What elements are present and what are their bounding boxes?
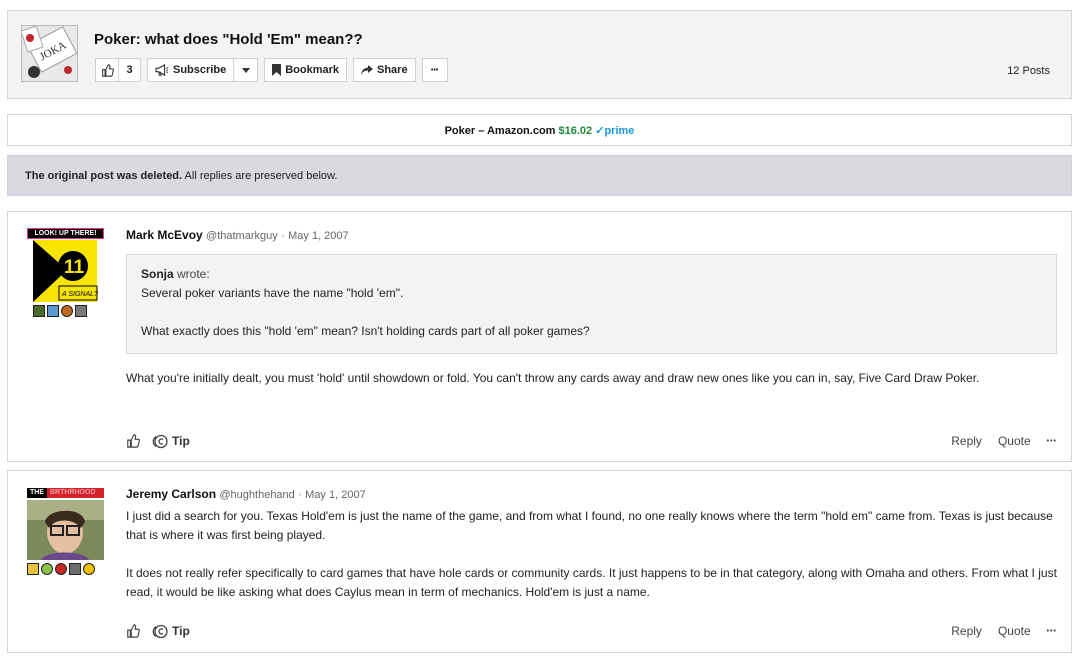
author-name[interactable]: Mark McEvoy [126,228,203,242]
bookmark-label: Bookmark [285,64,339,76]
post-reactions: Tip [126,434,190,449]
prime-badge: ✓prime [595,125,635,137]
post-date[interactable]: May 1, 2007 [305,489,366,501]
ellipsis-icon[interactable]: ••• [1047,628,1057,635]
like-button[interactable] [95,58,119,82]
badge-icon [47,305,59,317]
like-count[interactable]: 3 [119,58,141,82]
posts-count: 12 Posts [1007,65,1050,77]
quote-wrote: wrote: [177,267,210,281]
thumbs-up-icon[interactable] [126,434,140,448]
thread-actions: 3 Subscribe Bookmark Share ••• [95,58,454,82]
tip-button[interactable]: Tip [151,624,190,639]
share-arrow-icon [360,65,373,75]
tip-label: Tip [172,434,190,448]
quote-button[interactable]: Quote [998,624,1031,638]
post: LOOK! UP THERE! 11 A SIGNAL? Mark McEvoy… [7,211,1072,462]
author-handle[interactable]: @hughthehand [219,489,294,501]
badge-icon [27,563,39,575]
badge-text-b: BRTHRHOOD [47,488,104,498]
badge-icon [33,305,45,317]
post-body: Mark McEvoy @thatmarkguy · May 1, 2007 S… [126,228,1057,388]
post-reactions: Tip [126,624,190,639]
ellipsis-icon[interactable]: ••• [1047,438,1057,445]
badge-row [27,563,106,575]
badge-icon [69,563,81,575]
badge-icon [75,305,87,317]
deleted-notice: The original post was deleted. All repli… [7,155,1072,196]
thread-thumbnail-image: JOKA [22,26,77,81]
ellipsis-icon: ••• [430,66,439,74]
post: THE BRTHRHOOD Jeremy Carlson @hughthehan… [7,470,1072,653]
quote-button[interactable]: Quote [998,434,1031,448]
badge-icon [61,305,73,317]
quote-line: Several poker variants have the name "ho… [141,286,404,300]
post-text: It does not really refer specifically to… [126,566,1057,599]
post-footer: Tip Reply Quote ••• [126,621,1057,641]
thumbs-up-icon [101,63,114,77]
meta-separator: · [298,489,302,501]
quote-line: What exactly does this "hold 'em" mean? … [141,324,590,338]
avatar-image [27,500,104,560]
post-text: I just did a search for you. Texas Hold'… [126,509,1053,542]
user-badge-banner: LOOK! UP THERE! [27,228,104,239]
quote-author[interactable]: Sonja [141,267,174,281]
post-date[interactable]: May 1, 2007 [288,230,349,242]
badge-icon [55,563,67,575]
thread-title: Poker: what does "Hold 'Em" mean?? [94,31,363,48]
quote-header: Sonja wrote: [141,267,1042,281]
tip-label: Tip [172,624,190,638]
tip-coin-icon [152,624,168,638]
subscribe-label: Subscribe [173,64,227,76]
ad-line[interactable]: Poker – Amazon.com $16.02 ✓prime [8,124,1071,137]
post-body: Jeremy Carlson @hughthehand · May 1, 200… [126,487,1057,602]
tip-button[interactable]: Tip [151,434,190,449]
more-options-button[interactable]: ••• [421,58,448,82]
thread-header: JOKA Poker: what does "Hold 'Em" mean?? … [7,10,1072,99]
thread-thumbnail[interactable]: JOKA [21,25,78,82]
post-actions: Reply Quote ••• [935,434,1057,448]
megaphone-icon [155,64,169,76]
bookmark-icon [272,64,282,76]
ad-price: $16.02 [558,125,593,137]
notice-text: The original post was deleted. All repli… [25,170,337,182]
bookmark-button[interactable]: Bookmark [264,58,347,82]
reply-button[interactable]: Reply [951,434,982,448]
subscribe-options-button[interactable] [234,58,259,82]
notice-rest: All replies are preserved below. [184,170,338,182]
author-handle[interactable]: @thatmarkguy [206,230,278,242]
reply-button[interactable]: Reply [951,624,982,638]
ad-banner[interactable]: Poker – Amazon.com $16.02 ✓prime [7,114,1072,146]
avatar[interactable]: THE BRTHRHOOD [27,488,106,575]
notice-strong: The original post was deleted. [25,170,183,182]
avatar-number: 11 [64,257,85,278]
post-meta: Mark McEvoy @thatmarkguy · May 1, 2007 [126,228,1057,242]
subscribe-button[interactable]: Subscribe [147,58,235,82]
badge-icon [41,563,53,575]
thumbs-up-icon[interactable] [126,624,140,638]
post-actions: Reply Quote ••• [935,624,1057,638]
share-button[interactable]: Share [352,58,416,82]
quote-block: Sonja wrote: Several poker variants have… [126,254,1057,354]
avatar-caption: A SIGNAL? [61,291,98,298]
tip-coin-icon [152,434,168,448]
author-name[interactable]: Jeremy Carlson [126,487,216,501]
post-text: What you're initially dealt, you must 'h… [126,371,980,385]
badge-icon [83,563,95,575]
meta-separator: · [281,230,285,242]
avatar[interactable]: LOOK! UP THERE! 11 A SIGNAL? [27,228,106,317]
share-label: Share [376,64,408,76]
badge-row [33,305,106,317]
badge-text-a: THE [27,488,47,498]
post-meta: Jeremy Carlson @hughthehand · May 1, 200… [126,487,1057,501]
avatar-image: 11 A SIGNAL? [33,240,98,302]
user-badge-banner: THE BRTHRHOOD [27,488,104,498]
ad-title[interactable]: Poker – Amazon.com [445,125,556,137]
post-footer: Tip Reply Quote ••• [126,431,1057,451]
caret-down-icon [241,67,250,73]
